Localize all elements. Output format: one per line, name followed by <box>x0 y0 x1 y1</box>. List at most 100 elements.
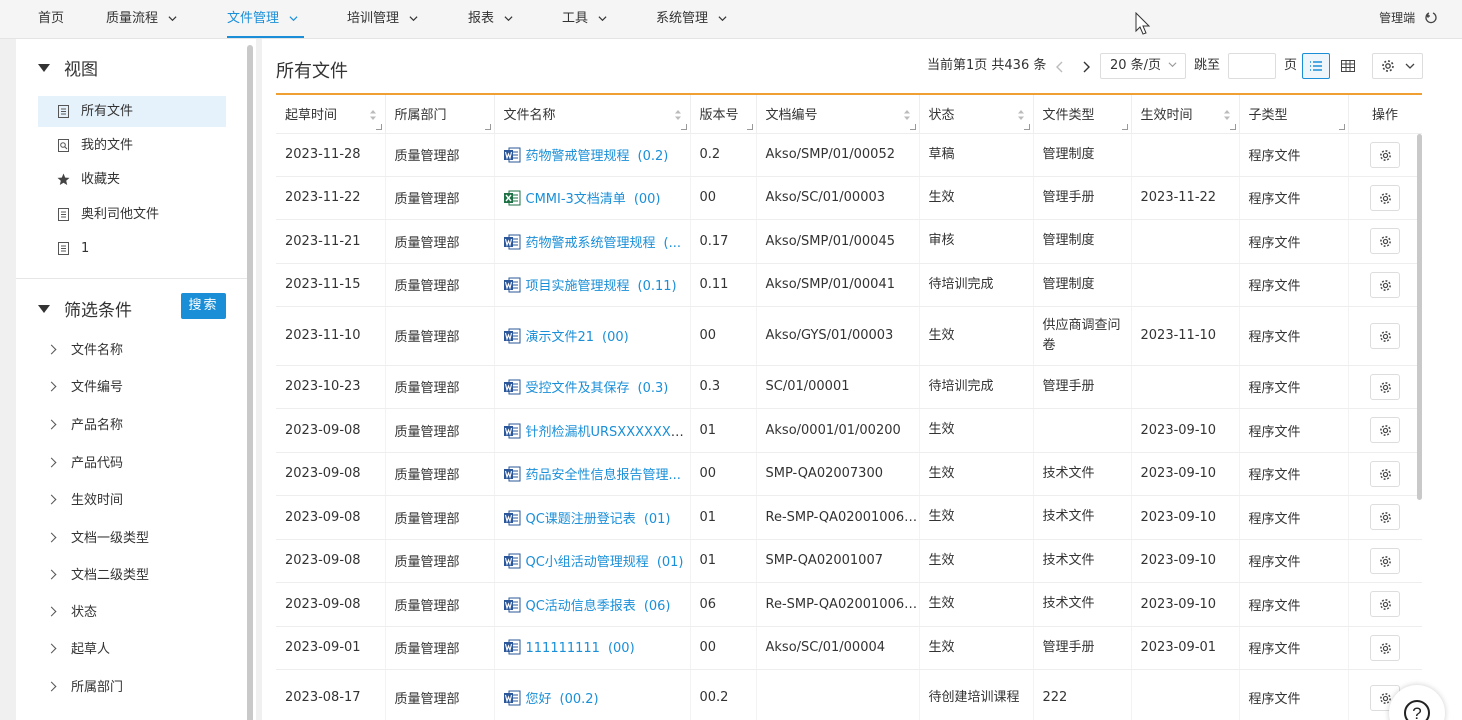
file-version-tag[interactable]: (01) <box>644 512 671 527</box>
table-row[interactable]: 2023-09-08 质量管理部 QC小组活动管理规程 (01) 01 SMP-QA020… <box>276 539 1422 583</box>
resize-handle-icon[interactable] <box>746 123 753 130</box>
cell-file-name[interactable]: 演示文件21 (00) <box>494 306 691 366</box>
view-item-all-files[interactable]: 所有文件 <box>38 96 226 127</box>
admin-switch-button[interactable]: 管理端 <box>1379 0 1438 36</box>
cell-file-name[interactable]: QC活动信息季报表 (06) <box>494 582 691 627</box>
nav-quality-process[interactable]: 质量流程 <box>106 0 177 38</box>
sidebar-scrollbar[interactable] <box>247 45 253 720</box>
file-version-tag[interactable]: (0.3) <box>638 381 669 396</box>
table-row[interactable]: 2023-10-23 质量管理部 受控文件及其保存 (0.3) 0.3 SC/01/000… <box>276 365 1422 409</box>
filter-product-name[interactable]: 产品名称 <box>46 415 123 437</box>
file-name-link[interactable]: 111111111 <box>526 641 600 656</box>
view-item-favorites[interactable]: 收藏夹 <box>38 164 226 195</box>
table-scrollbar[interactable] <box>1417 134 1422 500</box>
nav-file-management[interactable]: 文件管理 <box>227 0 304 38</box>
column-header-doc-number[interactable]: 文档编号 <box>756 95 920 134</box>
cell-file-name[interactable]: 针剂检漏机URSXXXXXX(... <box>494 408 691 453</box>
resize-handle-icon[interactable] <box>1229 123 1236 130</box>
cell-file-name[interactable]: QC小组活动管理规程 (01) <box>494 539 691 583</box>
cell-file-name[interactable]: 您好 (00.2) <box>494 669 691 720</box>
nav-training-management[interactable]: 培训管理 <box>347 0 418 38</box>
resize-handle-icon[interactable] <box>375 123 382 130</box>
file-name-link[interactable]: 受控文件及其保存 <box>526 381 630 396</box>
cell-file-name[interactable]: 项目实施管理规程 (0.11) <box>494 263 691 307</box>
sort-icon[interactable] <box>674 109 682 121</box>
file-version-tag[interactable]: (00) <box>602 330 629 345</box>
resize-handle-icon[interactable] <box>484 123 491 130</box>
row-settings-button[interactable] <box>1370 322 1400 349</box>
row-settings-button[interactable] <box>1370 184 1400 211</box>
view-item-orlistat-files[interactable]: 奥利司他文件 <box>38 199 226 230</box>
file-name-link[interactable]: CMMI-3文档清单 <box>526 192 626 207</box>
filter-drafter[interactable]: 起草人 <box>46 639 110 661</box>
column-header-file-type[interactable]: 文件类型 <box>1033 95 1132 134</box>
filter-file-name[interactable]: 文件名称 <box>46 340 123 362</box>
column-header-department[interactable]: 所属部门 <box>385 95 495 134</box>
filter-doc-type-level1[interactable]: 文档一级类型 <box>46 528 149 550</box>
table-row[interactable]: 2023-09-01 质量管理部 111111111 (00) 00 Akso/SC/01… <box>276 626 1422 670</box>
cell-file-name[interactable]: 药品安全性信息报告管理... <box>494 452 691 496</box>
row-settings-button[interactable] <box>1370 271 1400 298</box>
view-section-header[interactable]: 视图 <box>38 55 98 80</box>
resize-handle-icon[interactable] <box>1121 123 1128 130</box>
table-row[interactable]: 2023-09-08 质量管理部 QC课题注册登记表 (01) 01 Re-SMP-QA0… <box>276 495 1422 540</box>
table-row[interactable]: 2023-11-15 质量管理部 项目实施管理规程 (0.11) 0.11 Akso/SM… <box>276 263 1422 307</box>
filter-department[interactable]: 所属部门 <box>46 677 123 699</box>
sort-icon[interactable] <box>1017 109 1025 121</box>
column-header-draft-date[interactable]: 起草时间 <box>276 95 386 134</box>
file-name-link[interactable]: 药品安全性信息报告管理... <box>526 468 681 483</box>
column-header-subtype[interactable]: 子类型 <box>1239 95 1349 134</box>
column-header-status[interactable]: 状态 <box>919 95 1034 134</box>
file-name-link[interactable]: 药物警戒系统管理规程 <box>526 236 656 251</box>
settings-dropdown-button[interactable] <box>1372 53 1423 79</box>
filter-section-header[interactable]: 筛选条件 <box>38 296 132 321</box>
view-item-1[interactable]: 1 <box>38 233 226 264</box>
chevron-left-icon[interactable] <box>1055 61 1065 73</box>
nav-tools[interactable]: 工具 <box>562 0 607 38</box>
file-version-tag[interactable]: (... <box>664 236 681 251</box>
file-name-link[interactable]: QC活动信息季报表 <box>526 599 636 614</box>
grid-view-button[interactable] <box>1334 53 1362 79</box>
file-name-link[interactable]: 演示文件21 <box>526 330 595 345</box>
row-settings-button[interactable] <box>1370 228 1400 254</box>
table-row[interactable]: 2023-09-08 质量管理部 药品安全性信息报告管理... 00 SMP-QA020… <box>276 452 1422 496</box>
row-settings-button[interactable] <box>1370 547 1400 574</box>
table-row[interactable]: 2023-09-08质量管理部针剂检漏机URSXXXXXX(...01Akso/… <box>276 408 1422 453</box>
filter-file-number[interactable]: 文件编号 <box>46 377 123 399</box>
resize-handle-icon[interactable] <box>680 123 687 130</box>
row-settings-button[interactable] <box>1370 634 1400 661</box>
cell-file-name[interactable]: 药物警戒管理规程 (0.2) <box>494 133 691 177</box>
chevron-right-icon[interactable] <box>1081 61 1091 73</box>
page-size-select[interactable]: 20 条/页 <box>1100 53 1186 79</box>
cell-file-name[interactable]: 药物警戒系统管理规程 (... <box>494 219 691 264</box>
file-version-tag[interactable]: (00.2) <box>560 692 599 707</box>
file-name-link[interactable]: QC小组活动管理规程 <box>526 555 649 570</box>
file-name-link[interactable]: QC课题注册登记表 <box>526 512 636 527</box>
row-settings-button[interactable] <box>1370 373 1400 400</box>
table-row[interactable]: 2023-11-22 质量管理部 CMMI-3文档清单 (00) 00 Akso/SC/0… <box>276 176 1422 220</box>
row-settings-button[interactable] <box>1370 141 1400 168</box>
table-row[interactable]: 2023-11-21 质量管理部 药物警戒系统管理规程 (... 0.17 Akso/SM… <box>276 219 1422 264</box>
nav-home[interactable]: 首页 <box>38 0 64 38</box>
table-row[interactable]: 2023-08-17 质量管理部 您好 (00.2) 00.2 待创建培训课程 222 程序文… <box>276 669 1422 720</box>
row-settings-button[interactable] <box>1370 417 1400 443</box>
file-version-tag[interactable]: (06) <box>644 599 671 614</box>
cell-file-name[interactable]: 受控文件及其保存 (0.3) <box>494 365 691 409</box>
file-name-link[interactable]: 药物警戒管理规程 <box>526 149 630 164</box>
cell-file-name[interactable]: 111111111 (00) <box>494 626 691 670</box>
file-name-link[interactable]: 您好 <box>526 692 552 707</box>
table-row[interactable]: 2023-11-28 质量管理部 药物警戒管理规程 (0.2) 0.2 Akso/SMP/… <box>276 133 1422 177</box>
row-settings-button[interactable] <box>1370 504 1400 530</box>
sort-icon[interactable] <box>903 109 911 121</box>
table-row[interactable]: 2023-11-10 质量管理部 演示文件21 (00) 00 Akso/GYS/01/0… <box>276 306 1422 366</box>
filter-effective-date[interactable]: 生效时间 <box>46 490 123 512</box>
list-view-button[interactable] <box>1302 53 1330 79</box>
file-name-link[interactable]: 项目实施管理规程 <box>526 279 630 294</box>
row-settings-button[interactable] <box>1370 591 1400 617</box>
nav-system-management[interactable]: 系统管理 <box>656 0 727 38</box>
column-header-file-name[interactable]: 文件名称 <box>494 95 691 134</box>
search-button[interactable]: 搜索 <box>181 293 226 319</box>
file-version-tag[interactable]: (00) <box>608 641 635 656</box>
resize-handle-icon[interactable] <box>909 123 916 130</box>
filter-product-code[interactable]: 产品代码 <box>46 453 123 475</box>
